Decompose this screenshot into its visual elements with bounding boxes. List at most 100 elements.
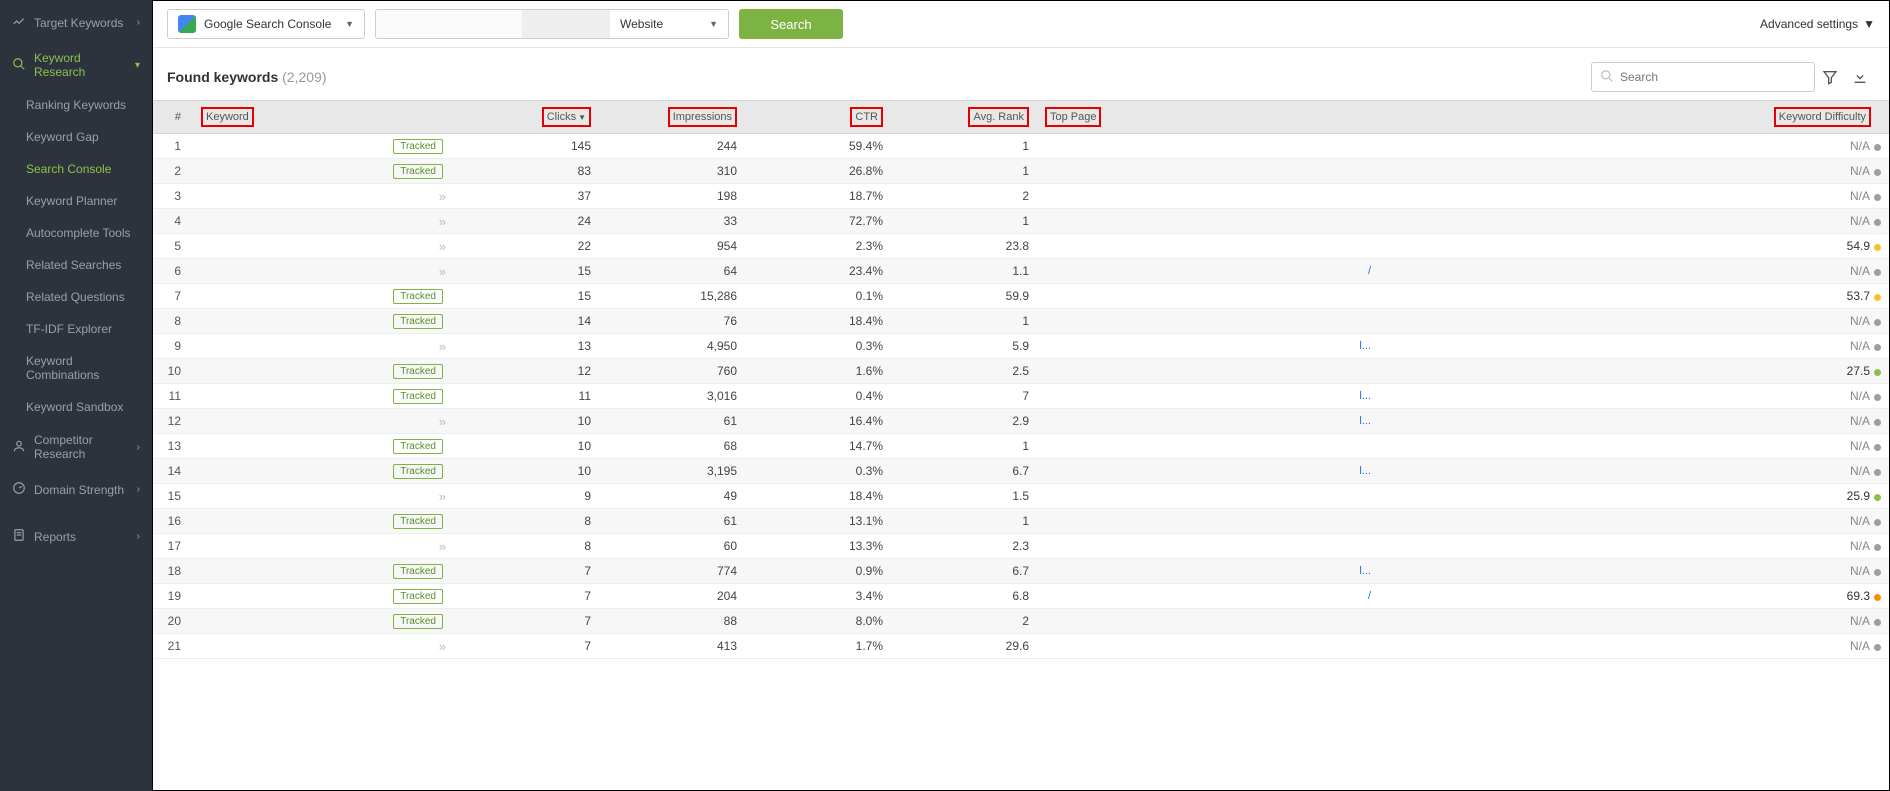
search-button[interactable]: Search — [739, 9, 843, 39]
nav-target-keywords[interactable]: Target Keywords› — [0, 4, 152, 41]
cell-ctr: 18.4% — [745, 309, 891, 334]
target-input-left[interactable] — [376, 10, 522, 38]
table-row[interactable]: 7Tracked1515,2860.1%59.953.7 — [153, 284, 1889, 309]
expand-icon[interactable]: » — [439, 539, 443, 554]
cell-top-page[interactable]: l... — [1037, 334, 1383, 359]
nav-sub-ranking-keywords[interactable]: Ranking Keywords — [0, 89, 152, 121]
cell-clicks: 22 — [453, 234, 599, 259]
toolbar: Google Search Console ▼ Website ▼ Search… — [153, 1, 1889, 48]
table-row[interactable]: 18Tracked77740.9%6.7l...N/A — [153, 559, 1889, 584]
col-difficulty[interactable]: Keyword Difficulty — [1383, 101, 1889, 134]
nav-keyword-research[interactable]: Keyword Research▾ — [0, 41, 152, 89]
cell-ctr: 14.7% — [745, 434, 891, 459]
nav-competitor-research[interactable]: Competitor Research› — [0, 423, 152, 471]
expand-icon[interactable]: » — [439, 264, 443, 279]
cell-top-page[interactable]: l... — [1037, 409, 1383, 434]
col-top-page[interactable]: Top Page — [1037, 101, 1383, 134]
table-row[interactable]: 1Tracked14524459.4%1N/A — [153, 134, 1889, 159]
download-button[interactable] — [1845, 62, 1875, 92]
target-type-dropdown[interactable]: Website ▼ — [610, 10, 728, 38]
table-row[interactable]: 3»3719818.7%2N/A — [153, 184, 1889, 209]
nav-sub-related-questions[interactable]: Related Questions — [0, 281, 152, 313]
table-row[interactable]: 4»243372.7%1N/A — [153, 209, 1889, 234]
source-dropdown[interactable]: Google Search Console ▼ — [167, 9, 365, 39]
col-avg-rank[interactable]: Avg. Rank — [891, 101, 1037, 134]
table-row[interactable]: 6»156423.4%1.1/N/A — [153, 259, 1889, 284]
cell-clicks: 7 — [453, 584, 599, 609]
table-row[interactable]: 17»86013.3%2.3N/A — [153, 534, 1889, 559]
gauge-icon — [12, 481, 26, 498]
cell-top-page — [1037, 434, 1383, 459]
table-row[interactable]: 13Tracked106814.7%1N/A — [153, 434, 1889, 459]
cell-impressions: 413 — [599, 634, 745, 659]
cell-avg-rank: 1 — [891, 434, 1037, 459]
col-impressions[interactable]: Impressions — [599, 101, 745, 134]
cell-keyword: Tracked — [193, 459, 453, 484]
cell-keyword: Tracked — [193, 584, 453, 609]
cell-clicks: 15 — [453, 259, 599, 284]
col-clicks[interactable]: Clicks▼ — [453, 101, 599, 134]
table-row[interactable]: 12»106116.4%2.9l...N/A — [153, 409, 1889, 434]
expand-icon[interactable]: » — [439, 489, 443, 504]
cell-number: 13 — [153, 434, 193, 459]
nav-reports[interactable]: Reports› — [0, 518, 152, 555]
table-row[interactable]: 14Tracked103,1950.3%6.7l...N/A — [153, 459, 1889, 484]
filter-button[interactable] — [1815, 62, 1845, 92]
table-row[interactable]: 10Tracked127601.6%2.527.5 — [153, 359, 1889, 384]
target-input-mid[interactable] — [522, 10, 610, 38]
cell-keyword: » — [193, 484, 453, 509]
table-row[interactable]: 5»229542.3%23.854.9 — [153, 234, 1889, 259]
nav-sub-related-searches[interactable]: Related Searches — [0, 249, 152, 281]
nav-domain-strength[interactable]: Domain Strength› — [0, 471, 152, 508]
cell-top-page[interactable]: / — [1037, 584, 1383, 609]
cell-difficulty: N/A — [1383, 184, 1889, 209]
table-row[interactable]: 2Tracked8331026.8%1N/A — [153, 159, 1889, 184]
nav-sub-tf-idf-explorer[interactable]: TF-IDF Explorer — [0, 313, 152, 345]
nav-sub-keyword-gap[interactable]: Keyword Gap — [0, 121, 152, 153]
cell-top-page[interactable]: l... — [1037, 559, 1383, 584]
nav-sub-keyword-sandbox[interactable]: Keyword Sandbox — [0, 391, 152, 423]
cell-top-page[interactable]: l... — [1037, 384, 1383, 409]
cell-keyword: » — [193, 209, 453, 234]
difficulty-dot-icon — [1874, 394, 1881, 401]
col-keyword[interactable]: Keyword — [193, 101, 453, 134]
table-row[interactable]: 19Tracked72043.4%6.8/69.3 — [153, 584, 1889, 609]
expand-icon[interactable]: » — [439, 189, 443, 204]
cell-clicks: 37 — [453, 184, 599, 209]
cell-clicks: 8 — [453, 534, 599, 559]
table-row[interactable]: 11Tracked113,0160.4%7l...N/A — [153, 384, 1889, 409]
table-row[interactable]: 16Tracked86113.1%1N/A — [153, 509, 1889, 534]
table-row[interactable]: 9»134,9500.3%5.9l...N/A — [153, 334, 1889, 359]
cell-impressions: 760 — [599, 359, 745, 384]
table-row[interactable]: 15»94918.4%1.525.9 — [153, 484, 1889, 509]
table-row[interactable]: 21»74131.7%29.6N/A — [153, 634, 1889, 659]
cell-ctr: 16.4% — [745, 409, 891, 434]
difficulty-dot-icon — [1874, 294, 1881, 301]
expand-icon[interactable]: » — [439, 414, 443, 429]
cell-difficulty: N/A — [1383, 134, 1889, 159]
cell-clicks: 10 — [453, 409, 599, 434]
nav-sub-search-console[interactable]: Search Console — [0, 153, 152, 185]
cell-top-page[interactable]: l... — [1037, 459, 1383, 484]
nav-sub-autocomplete-tools[interactable]: Autocomplete Tools — [0, 217, 152, 249]
search-input[interactable] — [1620, 70, 1806, 84]
expand-icon[interactable]: » — [439, 239, 443, 254]
table-row[interactable]: 8Tracked147618.4%1N/A — [153, 309, 1889, 334]
cell-clicks: 15 — [453, 284, 599, 309]
table-row[interactable]: 20Tracked7888.0%2N/A — [153, 609, 1889, 634]
cell-avg-rank: 1.1 — [891, 259, 1037, 284]
col-ctr[interactable]: CTR — [745, 101, 891, 134]
expand-icon[interactable]: » — [439, 214, 443, 229]
expand-icon[interactable]: » — [439, 339, 443, 354]
expand-icon[interactable]: » — [439, 639, 443, 654]
table-wrapper[interactable]: # Keyword Clicks▼ Impressions CTR Avg. R… — [153, 100, 1889, 790]
cell-difficulty: N/A — [1383, 559, 1889, 584]
cell-clicks: 12 — [453, 359, 599, 384]
nav-sub-keyword-planner[interactable]: Keyword Planner — [0, 185, 152, 217]
cell-top-page[interactable]: / — [1037, 259, 1383, 284]
advanced-settings-toggle[interactable]: Advanced settings ▼ — [1760, 17, 1875, 31]
cell-impressions: 61 — [599, 409, 745, 434]
col-number[interactable]: # — [153, 101, 193, 134]
nav-sub-keyword-combinations[interactable]: Keyword Combinations — [0, 345, 152, 391]
search-input-wrap[interactable] — [1591, 62, 1815, 92]
